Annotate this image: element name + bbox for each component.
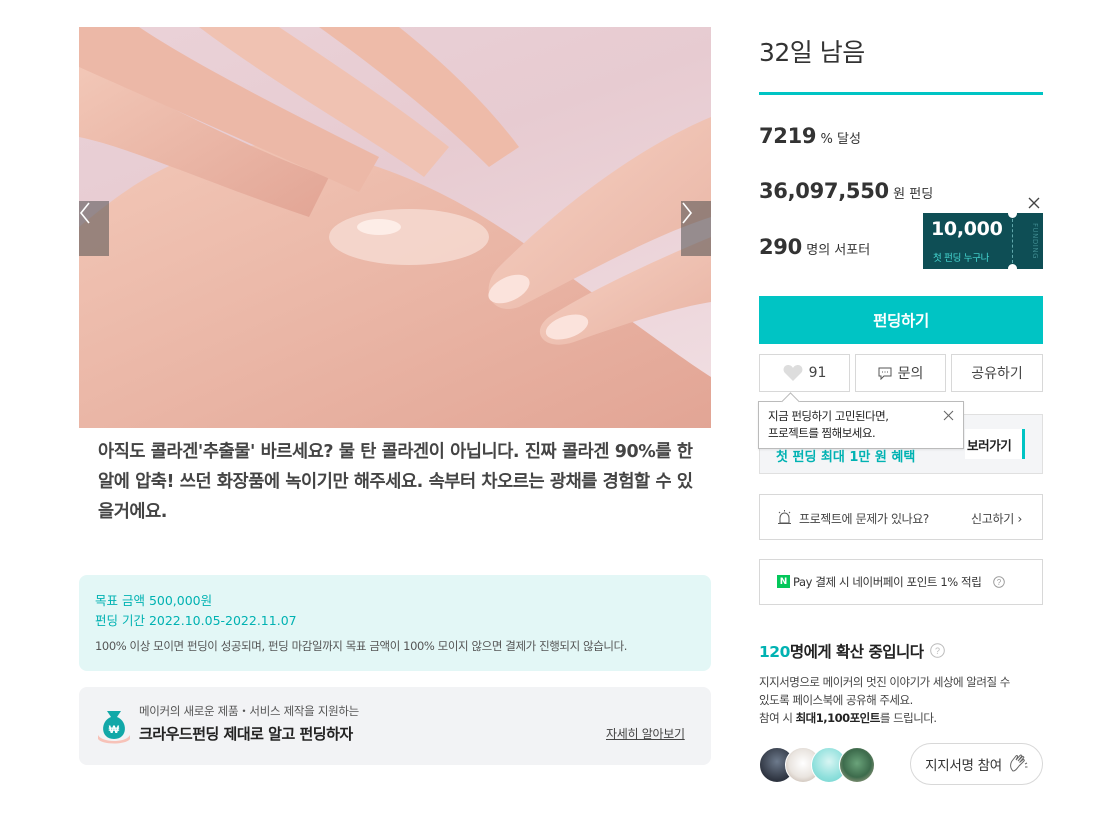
- project-intro-text: 아직도 콜라겐'추출물' 바르세요? 물 탄 콜라겐이 아닙니다. 진짜 콜라겐…: [98, 442, 693, 522]
- report-question: 프로젝트에 문제가 있나요?: [799, 512, 929, 526]
- signature-participate-button[interactable]: 지지서명 참여: [910, 743, 1043, 785]
- naver-pay-text: Pay 결제 시 네이버페이 포인트 1% 적립: [793, 575, 982, 589]
- spread-desc-line-3: 참여 시 최대1,100포인트를 드립니다.: [759, 709, 1043, 727]
- spread-title: 120명에게 확산 중입니다: [759, 640, 924, 662]
- share-button[interactable]: 공유하기: [951, 354, 1043, 392]
- hand-with-collagen-gel-photo: [79, 27, 711, 428]
- wishlist-tooltip: 지금 펀딩하기 고민된다면, 프로젝트를 찜해보세요.: [758, 401, 964, 449]
- spread-description: 지지서명으로 메이커의 멋진 이야기가 세상에 알려질 수 있도록 페이스북에 …: [759, 673, 1043, 727]
- naver-pay-logo: N: [777, 575, 790, 588]
- chevron-right-icon: [682, 202, 693, 224]
- coupon-divider: [1012, 219, 1013, 263]
- funding-goal-info: 목표 금액 500,000원 펀딩 기간 2022.10.05-2022.11.…: [79, 575, 711, 671]
- achievement-percent: 7219: [759, 124, 817, 148]
- supporter-count-value: 290: [759, 235, 802, 259]
- supporter-count: 290 명의 서포터: [759, 235, 870, 259]
- chevron-left-icon: [79, 202, 90, 224]
- heart-icon: [783, 365, 803, 381]
- svg-text:?: ?: [935, 646, 940, 656]
- progress-divider: [759, 92, 1043, 95]
- tooltip-line-1: 지금 펀딩하기 고민된다면,: [768, 409, 889, 423]
- spread-desc-prefix: 참여 시: [759, 711, 796, 725]
- spread-count: 120: [759, 643, 790, 661]
- goal-amount: 목표 금액 500,000원: [95, 593, 213, 608]
- report-project-box: 프로젝트에 문제가 있나요? 신고하기 ›: [759, 494, 1043, 540]
- funded-amount-value: 36,097,550: [759, 179, 889, 203]
- like-button[interactable]: 91: [759, 354, 850, 392]
- spread-title-text: 명에게 확산 중입니다: [789, 643, 924, 661]
- supporter-avatars: [759, 747, 879, 783]
- carousel-next-button[interactable]: [681, 201, 711, 256]
- chat-icon: [878, 367, 892, 380]
- achievement-rate: 7219 % 달성: [759, 124, 861, 148]
- spread-desc-line-1: 지지서명으로 메이커의 멋진 이야기가 세상에 알려질 수: [759, 675, 1010, 689]
- tooltip-line-2: 프로젝트를 찜해보세요.: [768, 426, 876, 440]
- view-benefit-button[interactable]: 보러가기: [965, 429, 1025, 459]
- help-icon[interactable]: ?: [930, 643, 945, 658]
- avatar: [839, 747, 875, 783]
- coupon-amount: 10,000: [931, 218, 1003, 240]
- close-icon[interactable]: [1027, 196, 1041, 210]
- share-label: 공유하기: [971, 366, 1023, 382]
- money-bag-icon: ₩: [98, 711, 130, 744]
- spread-desc-points: 최대1,100포인트: [795, 711, 881, 725]
- coupon-side-text: FUNDING: [1031, 223, 1039, 260]
- svg-text:₩: ₩: [109, 724, 120, 736]
- inquiry-button[interactable]: 문의: [855, 354, 946, 392]
- fund-button[interactable]: 펀딩하기: [759, 296, 1043, 344]
- project-main-image: [79, 27, 711, 428]
- funded-amount-unit: 원 펀딩: [893, 187, 934, 202]
- achievement-unit: % 달성: [820, 132, 861, 147]
- clap-icon: [1009, 754, 1028, 772]
- like-count: 91: [808, 365, 827, 381]
- crowdfunding-guide-title: 크라우드펀딩 제대로 알고 펀딩하자: [139, 725, 353, 743]
- funding-period: 펀딩 기간 2022.10.05-2022.11.07: [95, 613, 297, 628]
- coupon-label: 첫 펀딩 누구나: [933, 253, 990, 264]
- funded-amount: 36,097,550 원 펀딩: [759, 179, 933, 203]
- close-icon[interactable]: [943, 410, 954, 421]
- spread-desc-line-2: 있도록 페이스북에 공유해 주세요.: [759, 693, 913, 707]
- days-left: 32일 남음: [759, 38, 865, 67]
- supporter-count-unit: 명의 서포터: [806, 243, 871, 258]
- crowdfunding-guide-subtitle: 메이커의 새로운 제품・서비스 제작을 지원하는: [139, 704, 359, 718]
- naver-pay-points-info: N Pay 결제 시 네이버페이 포인트 1% 적립 ?: [759, 559, 1043, 605]
- learn-more-link[interactable]: 자세히 알아보기: [606, 725, 685, 742]
- report-link[interactable]: 신고하기 ›: [971, 510, 1022, 527]
- siren-icon: [778, 510, 791, 524]
- svg-text:?: ?: [997, 578, 1002, 587]
- first-funding-coupon[interactable]: 10,000 첫 펀딩 누구나 FUNDING: [923, 209, 1043, 273]
- carousel-prev-button[interactable]: [79, 201, 109, 256]
- signature-button-label: 지지서명 참여: [925, 758, 1002, 774]
- spread-desc-suffix: 를 드립니다.: [879, 711, 937, 725]
- help-icon[interactable]: ?: [993, 576, 1005, 588]
- inquiry-label: 문의: [897, 366, 924, 382]
- funding-policy-note: 100% 이상 모이면 펀딩이 성공되며, 펀딩 마감일까지 목표 금액이 10…: [95, 639, 628, 653]
- crowdfunding-guide-banner: ₩ 메이커의 새로운 제품・서비스 제작을 지원하는 크라우드펀딩 제대로 알고…: [79, 687, 711, 765]
